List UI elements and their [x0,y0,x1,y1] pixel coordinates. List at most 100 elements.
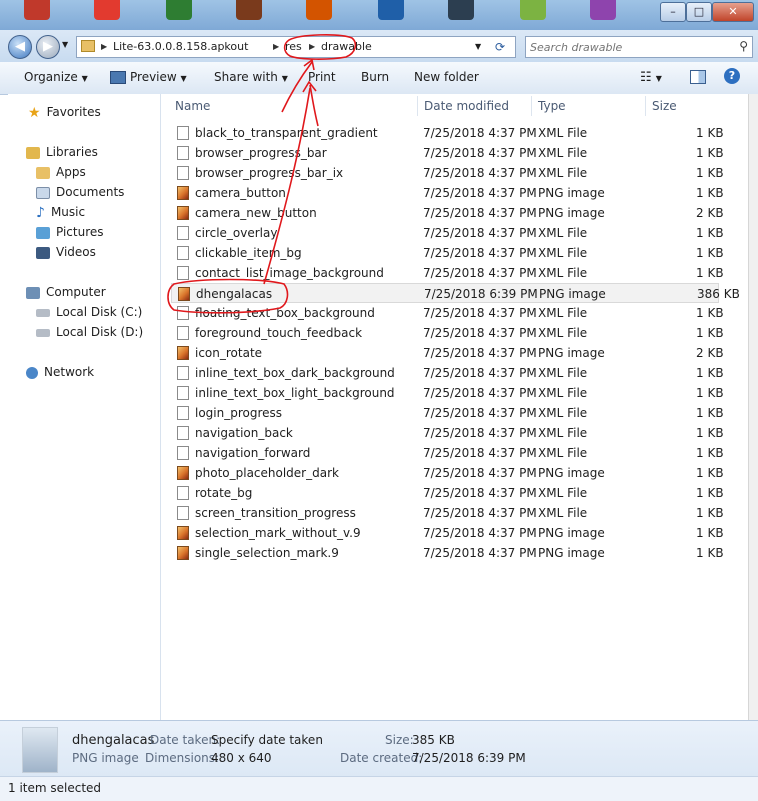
nav-pictures[interactable]: Pictures [36,222,104,242]
window-title-bar: – □ ✕ [0,0,758,30]
xml-file-icon [177,486,189,500]
breadcrumb-item[interactable]: Lite-63.0.0.8.158.apkout [113,37,248,57]
preview-pane-icon[interactable] [690,70,706,87]
xml-file-icon [177,166,189,180]
png-file-icon [177,346,189,360]
nav-videos[interactable]: Videos [36,242,96,262]
column-header-name[interactable]: Name [175,99,210,113]
file-row[interactable]: camera_new_button 7/25/2018 4:37 PM PNG im… [171,203,724,223]
nav-libraries[interactable]: Libraries [26,142,98,162]
vertical-scrollbar[interactable] [748,94,758,720]
file-row[interactable]: inline_text_box_dark_background 7/25/2018… [171,363,724,383]
xml-file-icon [177,386,189,400]
forward-button[interactable]: ▶ [36,35,60,59]
column-separator[interactable] [645,96,646,116]
file-row[interactable]: rotate_bg 7/25/2018 4:37 PM XML File 1 KB [171,483,724,503]
file-row[interactable]: screen_transition_progress 7/25/2018 4:37… [171,503,724,523]
file-row-selected[interactable]: dhengalacas 7/25/2018 6:39 PM PNG image 386… [171,283,740,303]
burn-button[interactable]: Burn [361,70,389,84]
file-row[interactable]: photo_placeholder_dark 7/25/2018 4:37 PM P… [171,463,724,483]
file-row[interactable]: black_to_transparent_gradient 7/25/2018 4… [171,123,724,143]
file-row[interactable]: foreground_touch_feedback 7/25/2018 4:37 … [171,323,724,343]
app-icon[interactable] [448,0,474,20]
breadcrumb-item[interactable]: res [285,37,302,57]
refresh-icon[interactable]: ⟳ [495,37,505,57]
print-button[interactable]: Print [308,70,336,84]
app-icon[interactable] [590,0,616,20]
file-name: browser_progress_bar [195,146,327,160]
breadcrumb-chevron-icon[interactable]: ▶ [273,37,279,57]
file-row[interactable]: clickable_item_bg 7/25/2018 4:37 PM XML Fi… [171,243,724,263]
app-icon[interactable] [236,0,262,20]
libraries-icon [26,146,40,159]
column-header-size[interactable]: Size [652,99,677,113]
breadcrumb-chevron-icon[interactable]: ▶ [101,37,107,57]
close-button[interactable]: ✕ [712,2,754,22]
file-row[interactable]: browser_progress_bar_ix 7/25/2018 4:37 PM… [171,163,724,183]
pictures-icon [36,226,50,239]
file-date-modified: 7/25/2018 4:37 PM [423,326,537,340]
nav-music[interactable]: ♪ Music [36,202,85,222]
preview-button[interactable]: Preview ▼ [110,70,187,84]
change-view-icon[interactable]: ☷ ▼ [640,70,662,85]
help-icon[interactable]: ? [724,68,740,84]
new-folder-button[interactable]: New folder [414,70,479,84]
breadcrumb-item-current[interactable]: drawable [321,37,372,57]
search-icon[interactable]: ⚲ [739,39,748,53]
app-icon[interactable] [520,0,546,20]
share-with-button[interactable]: Share with ▼ [214,70,288,84]
navigation-pane: ★ Favorites Libraries Apps Documents ♪ Mus… [8,94,161,720]
nav-label: Computer [46,285,106,299]
column-header-date[interactable]: Date modified [424,99,509,113]
nav-network[interactable]: Network [26,362,94,382]
file-row[interactable]: navigation_forward 7/25/2018 4:37 PM XML F… [171,443,724,463]
file-date-modified: 7/25/2018 4:37 PM [423,346,537,360]
file-size: 1 KB [696,326,724,340]
back-button[interactable]: ◀ [8,35,32,59]
file-row[interactable]: icon_rotate 7/25/2018 4:37 PM PNG image 2 K… [171,343,724,363]
app-icon[interactable] [306,0,332,20]
file-row[interactable]: login_progress 7/25/2018 4:37 PM XML File 1… [171,403,724,423]
file-row[interactable]: single_selection_mark.9 7/25/2018 4:37 PM… [171,543,724,563]
column-separator[interactable] [417,96,418,116]
file-row[interactable]: contact_list_image_background 7/25/2018 4… [171,263,724,283]
recent-pages-dropdown[interactable]: ▼ [62,40,68,49]
nav-computer[interactable]: Computer [26,282,106,302]
file-date-modified: 7/25/2018 4:37 PM [423,486,537,500]
date-taken-value[interactable]: Specify date taken [211,733,323,747]
nav-apps[interactable]: Apps [36,162,86,182]
organize-button[interactable]: Organize ▼ [24,70,88,84]
address-dropdown-icon[interactable]: ▼ [475,37,481,57]
computer-icon [26,286,40,299]
nav-label: Local Disk (C:) [56,305,143,319]
app-icon[interactable] [166,0,192,20]
file-row[interactable]: camera_button 7/25/2018 4:37 PM PNG image 1… [171,183,724,203]
address-bar[interactable]: ▶ Lite-63.0.0.8.158.apkout ▶ res ▶ drawa… [76,36,516,58]
file-date-modified: 7/25/2018 4:37 PM [423,366,537,380]
minimize-button[interactable]: – [660,2,686,22]
column-separator[interactable] [531,96,532,116]
nav-favorites[interactable]: ★ Favorites [28,102,101,122]
file-size: 1 KB [696,546,724,560]
app-icon[interactable] [378,0,404,20]
nav-local-disk-d[interactable]: Local Disk (D:) [36,322,143,342]
file-row[interactable]: browser_progress_bar 7/25/2018 4:37 PM XML… [171,143,724,163]
nav-documents[interactable]: Documents [36,182,124,202]
breadcrumb-chevron-icon[interactable]: ▶ [309,37,315,57]
search-input[interactable] [526,37,732,57]
app-icon[interactable] [24,0,50,20]
png-file-icon [178,287,190,301]
file-size: 386 KB [697,287,740,301]
file-row[interactable]: selection_mark_without_v.9 7/25/2018 4:37… [171,523,724,543]
nav-local-disk-c[interactable]: Local Disk (C:) [36,302,142,322]
column-header-type[interactable]: Type [538,99,566,113]
maximize-button[interactable]: □ [686,2,712,22]
file-row[interactable]: circle_overlay 7/25/2018 4:37 PM XML File 1… [171,223,724,243]
search-box[interactable]: ⚲ [525,36,753,58]
file-row[interactable]: navigation_back 7/25/2018 4:37 PM XML File… [171,423,724,443]
file-row[interactable]: inline_text_box_light_background 7/25/201… [171,383,724,403]
app-icon[interactable] [94,0,120,20]
file-date-modified: 7/25/2018 4:37 PM [423,546,537,560]
file-row[interactable]: floating_text_box_background 7/25/2018 4:… [171,303,724,323]
file-name: browser_progress_bar_ix [195,166,344,180]
